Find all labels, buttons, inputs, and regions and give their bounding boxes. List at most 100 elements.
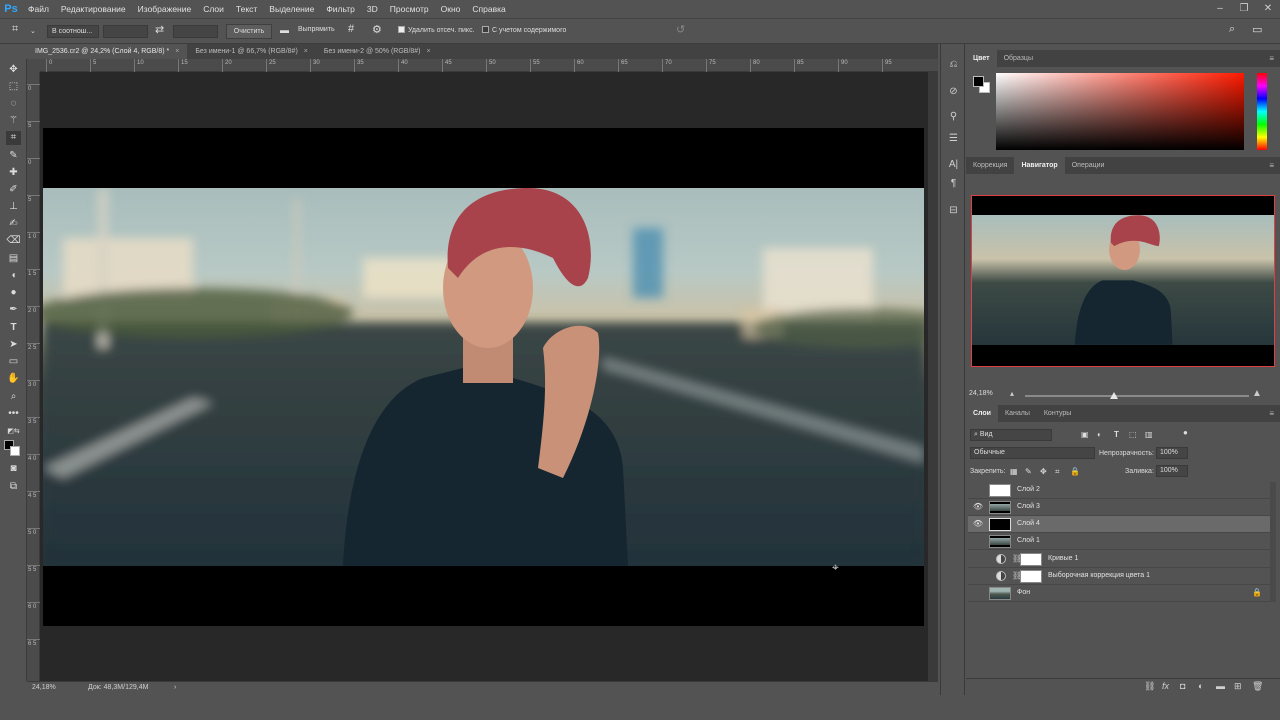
layer-name[interactable]: Слой 4 xyxy=(1017,520,1040,527)
gradient-icon[interactable]: ▤ xyxy=(6,252,21,266)
document-canvas[interactable] xyxy=(43,128,924,626)
layer-name[interactable]: Слой 3 xyxy=(1017,503,1040,510)
layer-name[interactable]: Слой 2 xyxy=(1017,486,1040,493)
visibility-hidden-icon[interactable] xyxy=(972,553,984,565)
width-field[interactable] xyxy=(103,25,148,38)
lock-artboard-icon[interactable]: ⌗ xyxy=(1055,467,1060,477)
navigator-thumbnail[interactable] xyxy=(971,195,1275,367)
tool-preset-chevron-icon[interactable]: ⌄ xyxy=(30,27,36,35)
crop-tool-icon[interactable]: ⌗ xyxy=(6,131,21,145)
horizontal-ruler[interactable]: 0 5 10 15 20 25 30 35 40 45 50 55 60 65 70 75 80 85 90 95 xyxy=(40,59,938,72)
quick-mask-icon[interactable]: ◙ xyxy=(6,462,21,476)
panel-menu-icon[interactable]: ≡ xyxy=(1269,54,1274,63)
opacity-input[interactable]: 100% xyxy=(1156,447,1188,459)
tab-close-icon[interactable]: × xyxy=(175,48,179,55)
straighten-button[interactable]: Выпрямить xyxy=(298,26,335,33)
tab-close-icon[interactable]: × xyxy=(427,48,431,55)
default-colors-icon[interactable]: ◩⇆ xyxy=(6,425,21,439)
history-brush-icon[interactable]: ✍ xyxy=(6,217,21,231)
screen-mode-icon[interactable]: ⧉ xyxy=(6,480,21,494)
menu-select[interactable]: Выделение xyxy=(263,4,320,14)
visibility-hidden-icon[interactable] xyxy=(972,570,984,582)
layer-mask-thumbnail[interactable] xyxy=(1020,553,1042,566)
canvas-scrollbar[interactable] xyxy=(928,72,938,681)
filter-smart-object-icon[interactable]: ▥ xyxy=(1145,430,1153,439)
filter-toggle-icon[interactable]: ● xyxy=(1183,428,1188,437)
magic-wand-icon[interactable]: ⚚ xyxy=(6,114,21,128)
brush-presets-icon[interactable]: ⚲ xyxy=(946,110,961,124)
trash-icon[interactable]: 🗑 xyxy=(1252,681,1263,692)
paragraph-icon[interactable]: ¶ xyxy=(946,177,961,191)
zoom-out-icon[interactable]: ▴ xyxy=(1010,389,1014,398)
eye-icon[interactable]: 👁 xyxy=(972,501,984,513)
zoom-tool-icon[interactable]: ⌕ xyxy=(6,390,21,404)
layer-filter-select[interactable]: ⌕ Вид xyxy=(970,429,1052,441)
filter-type-icon[interactable]: T xyxy=(1114,430,1119,439)
new-adjustment-icon[interactable]: ◐ xyxy=(1198,681,1203,691)
background-color-swatch[interactable] xyxy=(10,446,20,456)
healing-brush-icon[interactable]: ✚ xyxy=(6,166,21,180)
menu-window[interactable]: Окно xyxy=(435,4,467,14)
vertical-ruler[interactable]: 0 5 0 5 1 0 1 5 2 0 2 5 3 0 3 5 4 0 4 5 5 0 5 5 6 0 6 5 xyxy=(27,72,40,681)
character-icon[interactable]: A| xyxy=(946,158,961,172)
dodge-tool-icon[interactable]: ● xyxy=(6,286,21,300)
tab-img-2536[interactable]: IMG_2536.cr2 @ 24,2% (Слой 4, RGB/8) * × xyxy=(27,44,188,59)
height-field[interactable] xyxy=(173,25,218,38)
menu-image[interactable]: Изображение xyxy=(132,4,198,14)
lock-position-icon[interactable]: ✥ xyxy=(1040,467,1047,476)
zoom-slider-thumb[interactable] xyxy=(1110,392,1118,399)
actions-icon[interactable]: ⊘ xyxy=(946,85,961,99)
add-mask-icon[interactable]: ◘ xyxy=(1180,681,1185,691)
layer-name[interactable]: Кривые 1 xyxy=(1048,555,1078,562)
tab-paths[interactable]: Контуры xyxy=(1037,405,1078,422)
pen-tool-icon[interactable]: ✒ xyxy=(6,303,21,317)
menu-edit[interactable]: Редактирование xyxy=(55,4,132,14)
tab-navigator[interactable]: Навигатор xyxy=(1014,157,1065,174)
minimize-icon[interactable]: – xyxy=(1208,0,1232,18)
blend-mode-select[interactable]: Обычные xyxy=(970,447,1095,459)
fx-icon[interactable]: fx xyxy=(1162,681,1169,691)
type-tool-icon[interactable]: T xyxy=(6,321,21,335)
menu-view[interactable]: Просмотр xyxy=(384,4,435,14)
zoom-in-icon[interactable]: ▲ xyxy=(1252,388,1262,399)
content-aware-checkbox[interactable]: С учетом содержимого xyxy=(482,26,566,34)
brush-tool-icon[interactable]: ✐ xyxy=(6,183,21,197)
tab-close-icon[interactable]: × xyxy=(304,48,308,55)
blur-tool-icon[interactable]: ◖ xyxy=(6,269,21,283)
filter-adjustment-icon[interactable]: ◐ xyxy=(1097,430,1102,439)
tab-swatches[interactable]: Образцы xyxy=(997,50,1040,67)
menu-type[interactable]: Текст xyxy=(230,4,263,14)
path-selection-icon[interactable]: ➤ xyxy=(6,338,21,352)
color-spectrum-field[interactable] xyxy=(996,73,1244,150)
eye-icon[interactable]: 👁 xyxy=(972,518,984,530)
workspace-icon[interactable]: ▭ xyxy=(1252,23,1262,36)
move-tool-icon[interactable]: ✥ xyxy=(6,63,21,77)
eyedropper-icon[interactable]: ✎ xyxy=(6,149,21,163)
panel-menu-icon[interactable]: ≡ xyxy=(1269,161,1274,170)
clone-stamp-icon[interactable]: ⊥ xyxy=(6,200,21,214)
hue-slider[interactable] xyxy=(1257,73,1267,150)
layer-row-curves-1[interactable]: ⛓ Кривые 1 xyxy=(968,551,1270,568)
ratio-select[interactable]: В соотнош... xyxy=(47,25,99,38)
new-layer-icon[interactable]: ⊞ xyxy=(1234,681,1242,692)
new-group-icon[interactable]: ▬ xyxy=(1216,681,1225,691)
properties-icon[interactable]: ⊟ xyxy=(946,204,961,218)
menu-help[interactable]: Справка xyxy=(466,4,511,14)
hand-tool-icon[interactable]: ✋ xyxy=(6,372,21,386)
adjustments-sliders-icon[interactable]: ☰ xyxy=(946,132,961,146)
link-layers-icon[interactable]: ⛓ xyxy=(1144,681,1155,692)
layer-row-sloi-2[interactable]: Слой 2 xyxy=(968,482,1270,499)
lock-all-icon[interactable]: 🔒 xyxy=(1070,467,1080,476)
overlay-grid-icon[interactable]: # xyxy=(348,23,354,35)
menu-layers[interactable]: Слои xyxy=(197,4,230,14)
layer-row-sloi-1[interactable]: Слой 1 xyxy=(968,533,1270,550)
filter-shape-icon[interactable]: ⬚ xyxy=(1129,430,1137,439)
visibility-hidden-icon[interactable] xyxy=(972,587,984,599)
menu-file[interactable]: Файл xyxy=(22,4,55,14)
tab-untitled-2[interactable]: Без имени-2 @ 50% (RGB/8#) × xyxy=(316,44,439,59)
reset-icon[interactable]: ↺ xyxy=(676,23,685,36)
gear-icon[interactable]: ⚙ xyxy=(372,23,382,36)
menu-filter[interactable]: Фильтр xyxy=(320,4,361,14)
tab-color[interactable]: Цвет xyxy=(966,50,997,67)
layer-row-background[interactable]: Фон 🔒 xyxy=(968,585,1270,602)
